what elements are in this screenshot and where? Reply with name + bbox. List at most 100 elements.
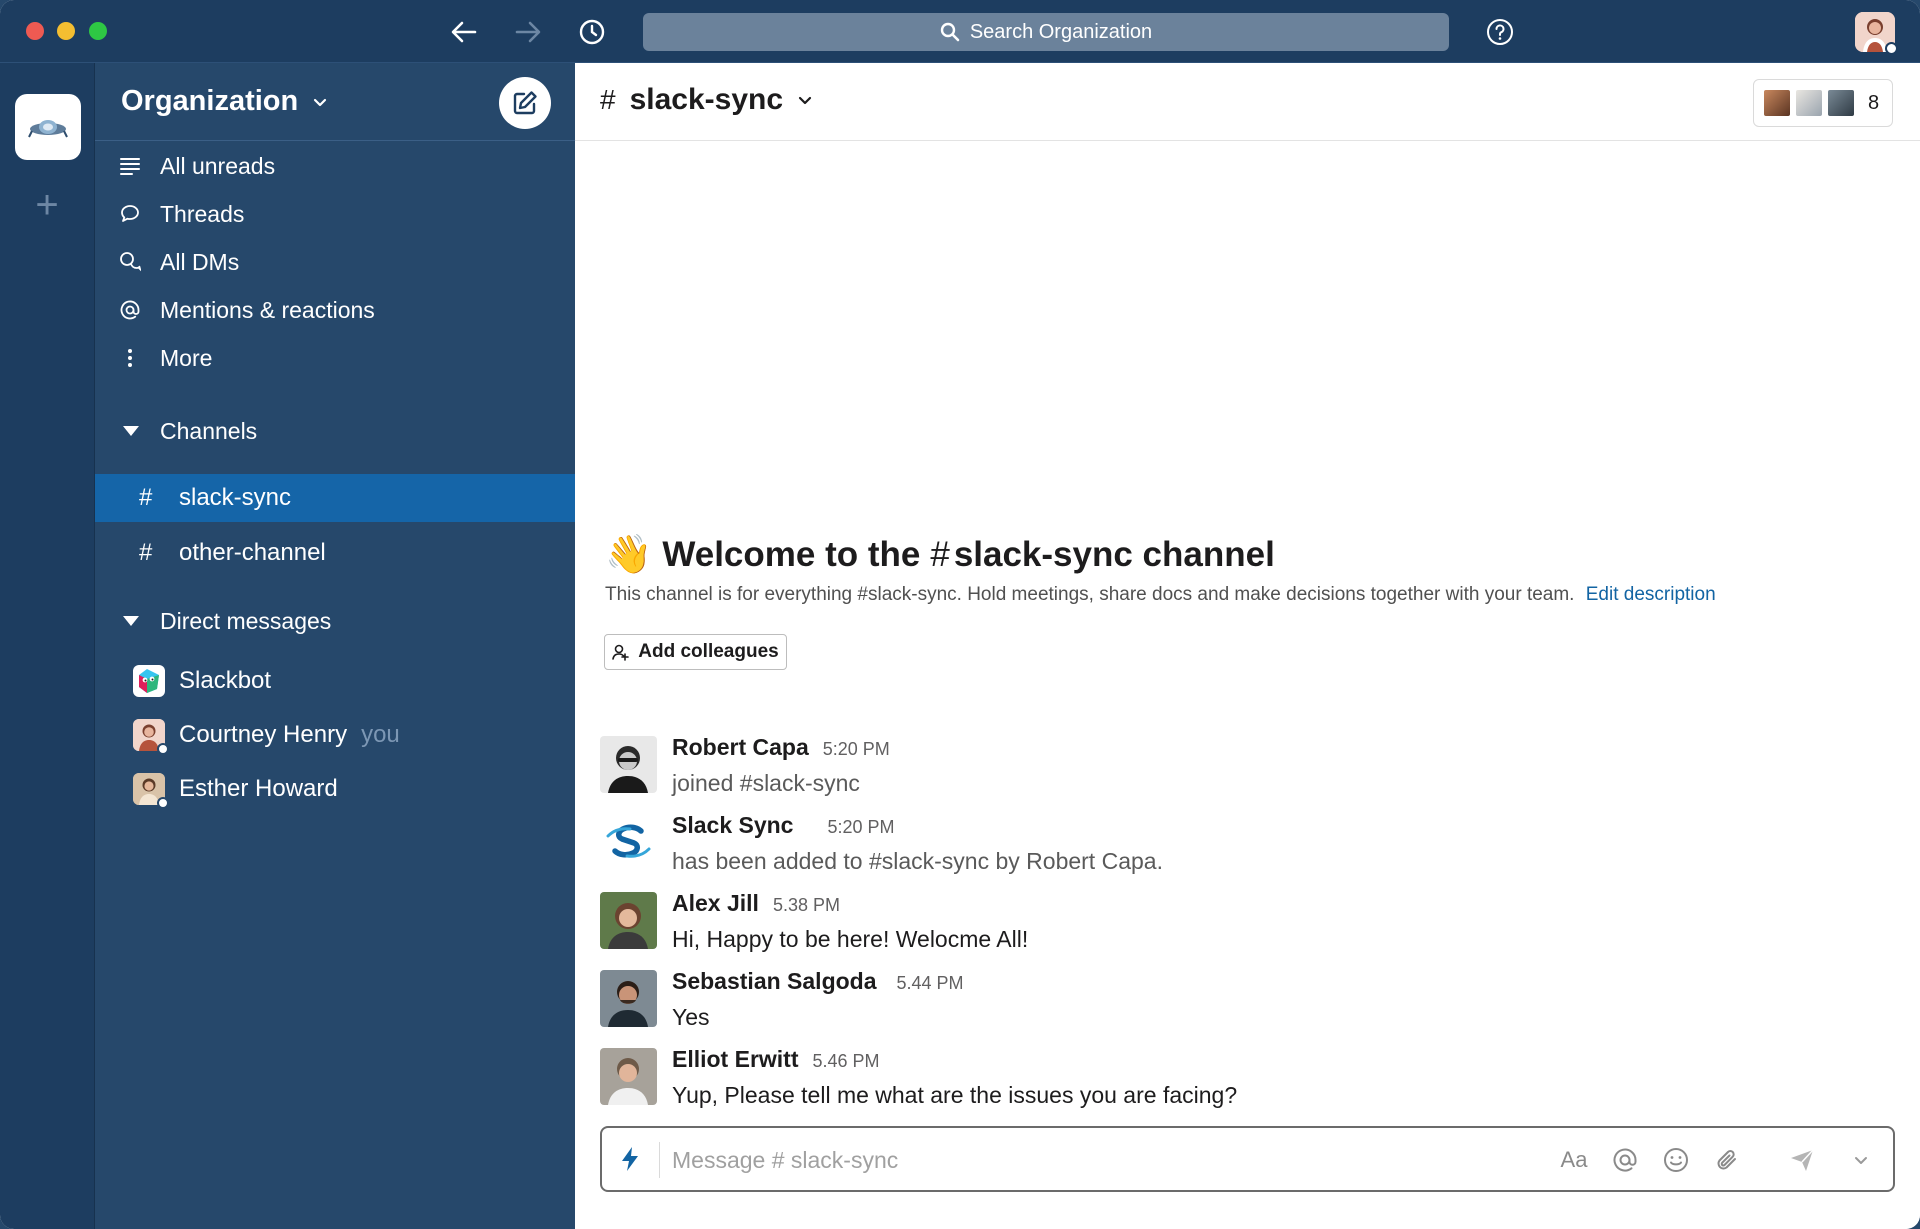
- message-avatar[interactable]: [600, 1048, 657, 1105]
- org-switcher[interactable]: Organization: [121, 85, 328, 118]
- help-icon[interactable]: [1485, 17, 1515, 47]
- add-colleagues-button[interactable]: Add colleagues: [604, 634, 787, 670]
- all-unreads-icon: [119, 155, 141, 177]
- title-bar: Search Organization: [0, 0, 1920, 63]
- message-author: Alex Jill 5.38 PM: [672, 890, 840, 916]
- channels-section-label: Channels: [160, 417, 258, 444]
- org-name: Organization: [121, 85, 299, 117]
- message-author: Robert Capa 5:20 PM: [672, 734, 890, 760]
- message-text: Yup, Please tell me what are the issues …: [672, 1082, 1238, 1108]
- dm-name: Slackbot: [179, 667, 272, 694]
- dm-item-slackbot[interactable]: Slackbot: [95, 655, 575, 707]
- attachment-icon[interactable]: [1710, 1143, 1744, 1177]
- message-author: Sebastian Salgoda 5.44 PM: [672, 968, 964, 994]
- channel-view: # slack-sync 8 👋 Welcome to the # slack-s…: [575, 63, 1920, 1229]
- send-options-chevron-icon[interactable]: [1847, 1143, 1875, 1177]
- emoji-icon[interactable]: [1659, 1143, 1693, 1177]
- member-count: 8: [1868, 91, 1880, 114]
- channel-header: # slack-sync 8: [575, 63, 1920, 141]
- nav-label: More: [160, 344, 213, 371]
- message-author: Slack Sync 5:20 PM: [672, 812, 895, 838]
- message-text: Hi, Happy to be here! Welocme All!: [672, 926, 1029, 952]
- sidebar-header: Organization: [95, 63, 575, 141]
- message-composer: Aa: [600, 1126, 1895, 1192]
- presence-indicator: [157, 797, 169, 809]
- close-window-button[interactable]: [26, 22, 44, 40]
- dms-section-label: Direct messages: [160, 607, 332, 634]
- search-icon: [940, 22, 960, 42]
- more-vertical-icon: [119, 347, 141, 369]
- send-icon[interactable]: [1785, 1143, 1819, 1177]
- nav-threads[interactable]: Threads: [95, 190, 575, 238]
- forward-arrow-icon[interactable]: [510, 14, 546, 50]
- dms-icon: [119, 251, 141, 273]
- member-avatar: [1826, 88, 1856, 118]
- mention-icon: [119, 299, 141, 321]
- message-time: 5:20 PM: [827, 817, 895, 837]
- message[interactable]: Slack Sync 5:20 PM has been added to #sla…: [600, 812, 1900, 882]
- channels-section-toggle[interactable]: Channels: [95, 407, 575, 455]
- nav-more[interactable]: More: [95, 334, 575, 382]
- member-avatar: [1794, 88, 1824, 118]
- nav-all-unreads[interactable]: All unreads: [95, 142, 575, 190]
- channel-name: slack-sync: [629, 83, 784, 116]
- courtney-avatar: [133, 719, 169, 755]
- caret-down-icon: [123, 426, 139, 436]
- search-placeholder: Search Organization: [969, 20, 1153, 43]
- add-workspace-icon[interactable]: +: [27, 185, 67, 225]
- composer-divider: [659, 1142, 660, 1178]
- app-window: Search Organization + Organization All u…: [0, 0, 1920, 1229]
- back-arrow-icon[interactable]: [446, 14, 482, 50]
- message-text: has been added to #slack-sync by Robert …: [672, 848, 1163, 874]
- channel-description: This channel is for everything #slack-sy…: [605, 584, 1716, 606]
- compose-button[interactable]: [499, 77, 551, 129]
- dm-item-esther-howard[interactable]: Esther Howard: [95, 763, 575, 815]
- welcome-heading: 👋 Welcome to the # slack-sync channel: [605, 533, 1275, 577]
- history-icon[interactable]: [574, 14, 610, 50]
- dms-section-toggle[interactable]: Direct messages: [95, 597, 575, 645]
- nav-all-dms[interactable]: All DMs: [95, 238, 575, 286]
- message[interactable]: Robert Capa 5:20 PM joined #slack-sync: [600, 734, 1900, 804]
- caret-down-icon: [123, 616, 139, 626]
- message-avatar[interactable]: [600, 970, 657, 1027]
- message-text: Yes: [672, 1004, 710, 1030]
- user-avatar[interactable]: [1855, 12, 1898, 55]
- search-bar[interactable]: Search Organization: [643, 13, 1449, 51]
- message-input[interactable]: [672, 1143, 1472, 1177]
- hash-icon: #: [139, 484, 153, 511]
- channel-title[interactable]: # slack-sync: [600, 83, 813, 117]
- message-time: 5.38 PM: [772, 895, 840, 915]
- dm-name: Courtney Henry you: [179, 721, 400, 748]
- message-avatar[interactable]: [600, 736, 657, 793]
- workspace-rail: +: [0, 63, 95, 1229]
- message[interactable]: Sebastian Salgoda 5.44 PM Yes: [600, 968, 1900, 1038]
- channel-item-other-channel[interactable]: # other-channel: [95, 529, 575, 577]
- channel-name: other-channel: [179, 539, 326, 566]
- sidebar: Organization All unreads Threads All DMs: [95, 63, 575, 1229]
- slack-sync-logo-icon[interactable]: [600, 814, 657, 871]
- chevron-down-icon: [314, 98, 327, 106]
- shortcuts-bolt-icon[interactable]: [616, 1145, 644, 1173]
- channel-description-text: This channel is for everything #slack-sy…: [605, 584, 1575, 605]
- maximize-window-button[interactable]: [89, 22, 107, 40]
- message-avatar[interactable]: [600, 892, 657, 949]
- welcome-channel: slack-sync channel: [953, 535, 1275, 574]
- edit-description-link[interactable]: Edit description: [1586, 584, 1716, 605]
- member-list-button[interactable]: 8: [1753, 79, 1893, 127]
- hash-icon: #: [600, 84, 616, 115]
- message[interactable]: Alex Jill 5.38 PM Hi, Happy to be here! W…: [600, 890, 1900, 960]
- esther-avatar: [133, 773, 169, 809]
- workspace-icon[interactable]: [15, 94, 81, 160]
- message[interactable]: Elliot Erwitt 5.46 PM Yup, Please tell me…: [600, 1046, 1900, 1116]
- format-text-icon[interactable]: Aa: [1557, 1143, 1591, 1177]
- threads-icon: [119, 203, 141, 225]
- mention-icon[interactable]: [1608, 1143, 1642, 1177]
- channel-item-slack-sync[interactable]: # slack-sync: [95, 474, 575, 522]
- dm-name: Esther Howard: [179, 775, 338, 802]
- dm-item-courtney-henry[interactable]: Courtney Henry you: [95, 709, 575, 761]
- slackbot-avatar: [133, 665, 165, 697]
- nav-label: Threads: [160, 200, 245, 227]
- member-avatar: [1762, 88, 1792, 118]
- nav-mentions[interactable]: Mentions & reactions: [95, 286, 575, 334]
- minimize-window-button[interactable]: [57, 22, 75, 40]
